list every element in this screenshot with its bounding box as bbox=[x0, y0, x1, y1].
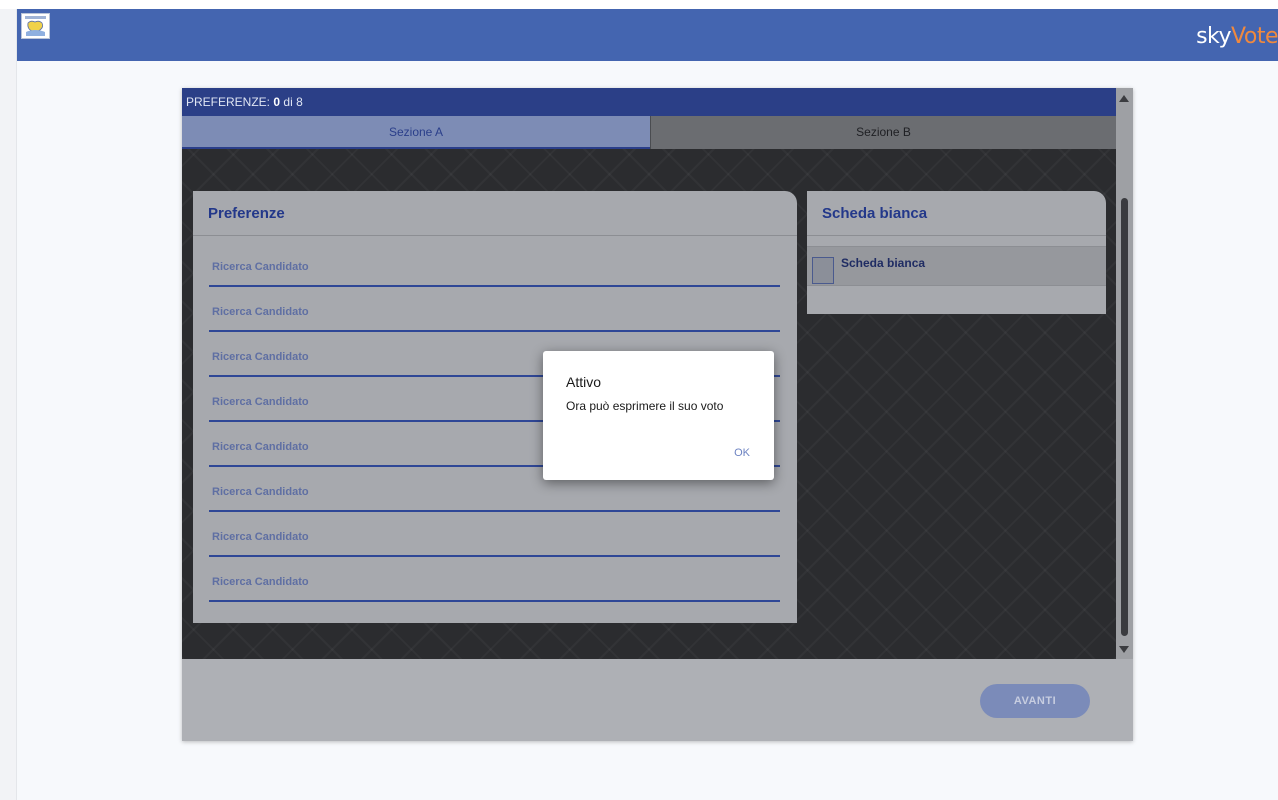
candidate-search-input[interactable]: Ricerca Candidato bbox=[209, 557, 780, 602]
tab-sezione-a[interactable]: Sezione A bbox=[182, 116, 650, 149]
brand-sky: sky bbox=[1196, 24, 1232, 49]
preferences-title: Preferenze bbox=[193, 191, 797, 236]
scroll-down-arrow-icon[interactable] bbox=[1119, 646, 1129, 653]
top-strip bbox=[0, 0, 1278, 9]
brand-vote: Vote bbox=[1231, 24, 1278, 49]
left-edge bbox=[0, 9, 17, 800]
blank-ballot-option[interactable]: Scheda bianca bbox=[807, 246, 1106, 286]
next-button[interactable]: AVANTI bbox=[980, 684, 1090, 718]
scrollbar-thumb[interactable] bbox=[1121, 198, 1128, 636]
vertical-scrollbar[interactable] bbox=[1116, 88, 1133, 659]
dialog-message: Ora può esprimere il suo voto bbox=[566, 399, 724, 413]
preferences-counter: PREFERENZE: 0 di 8 bbox=[182, 88, 1116, 116]
blank-ballot-label: Scheda bianca bbox=[841, 256, 926, 270]
candidate-search-input[interactable]: Ricerca Candidato bbox=[209, 512, 780, 557]
candidate-search-input[interactable]: Ricerca Candidato bbox=[209, 242, 780, 287]
tab-sezione-b[interactable]: Sezione B bbox=[650, 116, 1116, 149]
blank-ballot-checkbox[interactable] bbox=[812, 256, 834, 284]
dialog-title: Attivo bbox=[566, 374, 602, 390]
candidate-search-input[interactable]: Ricerca Candidato bbox=[209, 287, 780, 332]
preferences-of: di 8 bbox=[283, 95, 303, 109]
ok-button[interactable]: OK bbox=[734, 447, 750, 459]
preferences-label: PREFERENZE: bbox=[186, 95, 271, 109]
blank-ballot-card: Scheda bianca Scheda bianca bbox=[807, 191, 1106, 314]
preferences-count: 0 bbox=[273, 95, 281, 109]
section-tabs: Sezione A Sezione B bbox=[182, 116, 1116, 149]
app-header: skyVote bbox=[17, 9, 1278, 61]
scroll-up-arrow-icon[interactable] bbox=[1119, 95, 1129, 102]
blank-ballot-title: Scheda bianca bbox=[807, 191, 1106, 236]
alert-dialog: Attivo Ora può esprimere il suo voto OK bbox=[543, 351, 774, 480]
region-emblem-icon bbox=[21, 13, 50, 39]
skyvote-logo: skyVote bbox=[1196, 22, 1278, 52]
